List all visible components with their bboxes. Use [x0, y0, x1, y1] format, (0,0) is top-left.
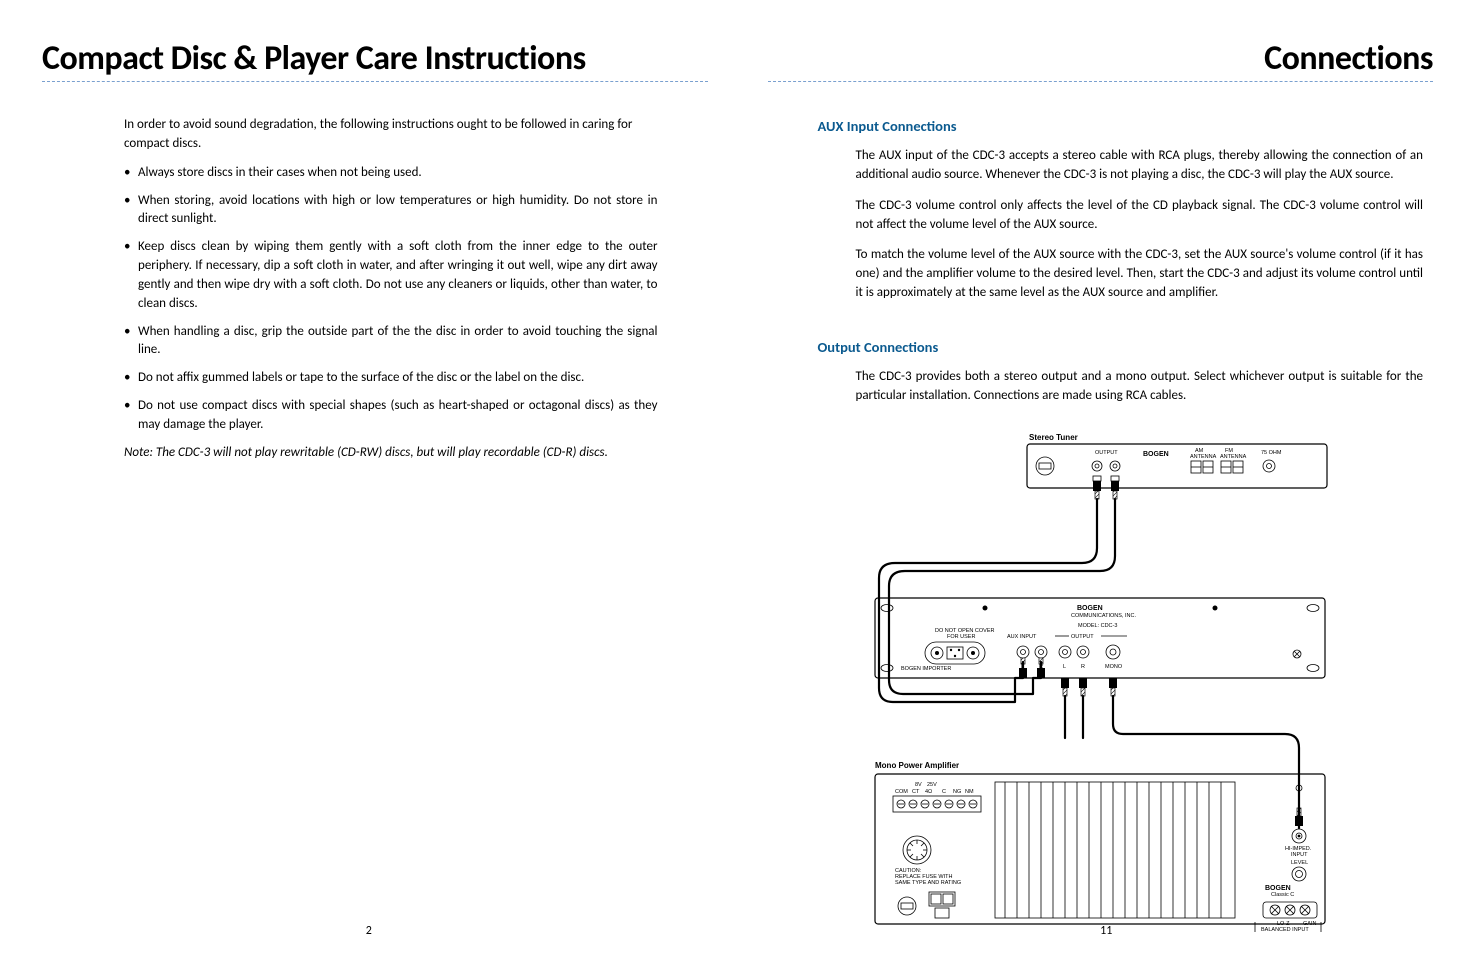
- diagram-cdc-warn2: FOR USER: [947, 634, 975, 640]
- output-paragraph: The CDC-3 provides both a stereo output …: [856, 368, 1424, 406]
- care-note: Note: The CDC-3 will not play rewritable…: [124, 444, 658, 463]
- diagram-amp-caution3: SAME TYPE AND RATING: [895, 880, 961, 886]
- page-title-left: Compact Disc & Player Care Instructions: [42, 38, 708, 82]
- rca-cable-icon: [1093, 481, 1119, 499]
- diagram-tuner-label: Stereo Tuner: [1029, 433, 1078, 442]
- diagram-fm75: 75 OHM: [1261, 450, 1282, 456]
- diagram-amp-model: Classic C: [1271, 892, 1294, 898]
- antenna-terminal-icon: [1191, 461, 1243, 473]
- diagram-amp-ct: CT: [912, 789, 920, 795]
- diagram-tuner-brand: BOGEN: [1143, 451, 1169, 458]
- output-heading: Output Connections: [818, 337, 1424, 358]
- diagram-cdc-output: OUTPUT: [1071, 634, 1094, 640]
- screw-icon: [1293, 650, 1301, 658]
- care-bullet: Do not use compact discs with special sh…: [124, 397, 658, 435]
- heatsink-icon: [1005, 782, 1221, 918]
- diagram-amp-input2: INPUT: [1291, 852, 1308, 858]
- diagram-amp-level: LEVEL: [1291, 860, 1308, 866]
- diagram-amp-8v: 8V: [915, 782, 922, 788]
- diagram-fm-ant: ANTENNA: [1220, 454, 1247, 460]
- diagram-cdc-l: L: [1021, 664, 1024, 670]
- aux-paragraph: The CDC-3 volume control only affects th…: [856, 197, 1424, 235]
- diagram-tuner-output-label: OUTPUT: [1095, 450, 1118, 456]
- diagram-amp-brand: BOGEN: [1265, 885, 1291, 892]
- care-bullet: When storing, avoid locations with high …: [124, 192, 658, 230]
- page-number: 2: [366, 924, 372, 938]
- care-bullet: Keep discs clean by wiping them gently w…: [124, 238, 658, 313]
- connection-diagram: Stereo Tuner OUTPUT BOGEN AM FM ANTENNA …: [865, 428, 1335, 938]
- page-number: 11: [1100, 924, 1112, 938]
- diagram-cdc-model: MODEL: CDC-3: [1078, 623, 1117, 629]
- diagram-cdc-out-r: R: [1081, 664, 1085, 670]
- diagram-amp-ng: NG: [953, 789, 961, 795]
- rca-plug-icon: [1295, 808, 1303, 826]
- diagram-amp-4: 4Ω: [925, 789, 932, 795]
- rca-plug-icon: [1061, 678, 1117, 696]
- diagram-cdc-mono: MONO: [1105, 664, 1123, 670]
- diagram-amp-label: Mono Power Amplifier: [875, 761, 959, 770]
- diagram-cdc-brand2: COMMUNICATIONS, INC.: [1071, 613, 1136, 619]
- page-title-right: Connections: [768, 38, 1434, 82]
- diagram-cdc-brand: BOGEN: [1077, 605, 1103, 612]
- care-bullet: Always store discs in their cases when n…: [124, 164, 658, 183]
- diagram-cdc-aux: AUX INPUT: [1007, 634, 1037, 640]
- care-bullet: When handling a disc, grip the outside p…: [124, 323, 658, 361]
- screw-terminal-icon: [897, 800, 977, 808]
- diagram-amp-gain: GAIN: [1303, 921, 1316, 927]
- diagram-am-ant: ANTENNA: [1190, 454, 1217, 460]
- care-intro: In order to avoid sound degradation, the…: [124, 116, 658, 154]
- diagram-amp-25v: 25V: [927, 782, 937, 788]
- diagram-cdc-mfg: BOGEN IMPORTER: [901, 666, 951, 672]
- diagram-amp-c: C: [942, 789, 946, 795]
- aux-paragraph: The AUX input of the CDC-3 accepts a ste…: [856, 147, 1424, 185]
- diagram-amp-balanced: BALANCED INPUT: [1261, 927, 1309, 933]
- diagram-cdc-r: R: [1039, 664, 1043, 670]
- diagram-amp-com: COM: [895, 789, 908, 795]
- diagram-amp-nm: NM: [965, 789, 974, 795]
- care-body: In order to avoid sound degradation, the…: [124, 116, 658, 463]
- aux-heading: AUX Input Connections: [818, 116, 1424, 137]
- care-bullet: Do not affix gummed labels or tape to th…: [124, 369, 658, 388]
- care-bullet-list: Always store discs in their cases when n…: [124, 164, 658, 435]
- diagram-cdc-out-l: L: [1063, 664, 1066, 670]
- aux-paragraph: To match the volume level of the AUX sou…: [856, 246, 1424, 303]
